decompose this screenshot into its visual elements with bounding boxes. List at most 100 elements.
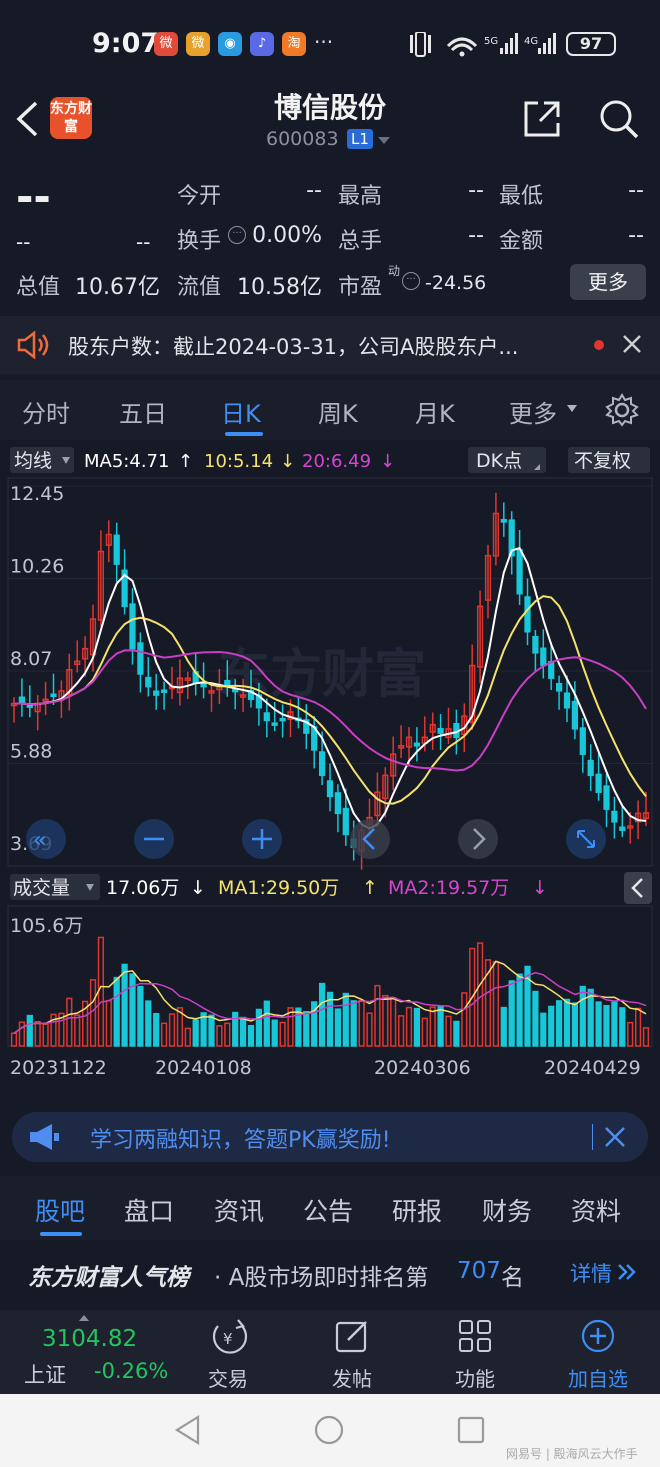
candle <box>232 688 239 693</box>
tab-research[interactable]: 研报 <box>392 1192 442 1228</box>
amount-value: -- <box>628 223 644 248</box>
tab-guba[interactable]: 股吧 <box>35 1192 85 1228</box>
index-value[interactable]: 3104.82 <box>42 1326 137 1352</box>
volume-label: 总手 <box>338 229 383 254</box>
close-icon[interactable] <box>622 334 642 354</box>
volume-bar <box>579 985 586 1047</box>
volume-bar <box>555 1000 563 1047</box>
gear-icon[interactable] <box>604 392 640 428</box>
volume-bar <box>247 1024 255 1047</box>
tab-pankou[interactable]: 盘口 <box>124 1192 174 1228</box>
volume-bar <box>611 1001 618 1047</box>
more-quote-button[interactable]: 更多 <box>570 264 646 300</box>
tab-profile[interactable]: 资料 <box>571 1192 621 1228</box>
candle <box>540 647 547 667</box>
volume-bar <box>453 1020 460 1047</box>
svg-text:↑: ↑ <box>178 451 193 472</box>
current-price: -- <box>16 172 51 221</box>
turnover-value: 0.00% <box>252 223 322 248</box>
level-badge[interactable]: L1 <box>347 129 373 149</box>
tab-minute[interactable]: 分时 <box>22 394 70 429</box>
double-chevron-right-icon <box>618 1264 636 1280</box>
collapse-panel-button[interactable] <box>624 872 652 904</box>
volume-bar <box>145 1000 152 1047</box>
candle <box>555 682 563 692</box>
tab-day-k[interactable]: 日K <box>221 394 261 429</box>
volume-bar <box>271 1019 278 1047</box>
candle <box>263 712 270 722</box>
y-axis-label: 12.45 <box>10 483 64 505</box>
trade-icon[interactable]: ¥ <box>210 1318 250 1356</box>
vol-ma2-value: MA2:19.57万 <box>388 877 509 899</box>
low-value: -- <box>628 178 644 203</box>
scroll-left-icon[interactable] <box>350 819 390 859</box>
pe-dynamic-mark: 动 <box>388 264 401 278</box>
low-label: 最低 <box>499 184 544 209</box>
home-circle-icon[interactable] <box>313 1414 345 1446</box>
volume-bar <box>413 1007 421 1047</box>
info-icon[interactable]: ··· <box>402 272 420 290</box>
scroll-right-icon[interactable] <box>458 819 498 859</box>
nav-trade[interactable]: 交易 <box>178 1363 278 1392</box>
tab-finance[interactable]: 财务 <box>482 1192 532 1228</box>
volume-bar <box>239 1016 247 1047</box>
info-icon[interactable]: ··· <box>228 226 246 244</box>
back-triangle-icon[interactable] <box>172 1414 204 1446</box>
banner-text: 学习两融知识，答题PK赢奖励! <box>90 1128 391 1153</box>
candle <box>326 780 334 798</box>
music-icon: ♪ <box>250 32 274 56</box>
vol-selector-label: 成交量 <box>13 877 70 899</box>
y-axis-label: 8.07 <box>10 648 52 670</box>
battery-icon: 97 <box>566 32 616 56</box>
candle <box>160 689 168 693</box>
volume-bar <box>437 1006 444 1047</box>
volume-value: -- <box>468 223 484 248</box>
kline-chart[interactable]: 均线 MA5:4.71 ↑ 10:5.14 ↓ 20:6.49 ↓ DK点 不复… <box>0 442 660 1102</box>
adjust-label: 不复权 <box>574 450 631 472</box>
close-icon[interactable] <box>604 1126 626 1148</box>
candle <box>437 727 444 734</box>
add-watchlist-icon[interactable] <box>580 1318 616 1354</box>
nav-function[interactable]: 功能 <box>425 1363 525 1392</box>
active-tab-indicator <box>225 432 263 436</box>
grid-apps-icon[interactable] <box>457 1318 493 1354</box>
ma5-value: MA5:4.71 <box>84 451 169 472</box>
pe-value: -24.56 <box>425 272 487 294</box>
tab-announcement[interactable]: 公告 <box>303 1192 353 1228</box>
price-change-pct: -- <box>136 230 151 254</box>
pe-label: 市盈 <box>338 275 383 300</box>
ma10-value: 10:5.14 <box>204 451 273 472</box>
unread-dot <box>594 340 604 350</box>
tab-month-k[interactable]: 月K <box>415 394 455 429</box>
rank-brand: 东方财富人气榜 <box>28 1265 189 1291</box>
rank-detail-link[interactable]: 详情 <box>570 1258 612 1288</box>
nav-add-watchlist[interactable]: 加自选 <box>548 1363 648 1392</box>
date-label: 20240429 <box>544 1057 641 1079</box>
index-change: -0.26% <box>94 1359 169 1383</box>
share-icon[interactable] <box>522 99 562 139</box>
candle <box>113 534 120 565</box>
volume-bar <box>532 990 539 1047</box>
tab-news[interactable]: 资讯 <box>214 1192 264 1228</box>
chevron-up-icon <box>79 1315 89 1321</box>
recents-square-icon[interactable] <box>455 1414 487 1446</box>
search-icon[interactable] <box>598 98 640 140</box>
candle <box>271 722 278 726</box>
volume-bar <box>113 976 120 1047</box>
nav-post[interactable]: 发帖 <box>302 1363 402 1392</box>
browser-icon: ◉ <box>218 32 242 56</box>
svg-text:«: « <box>33 828 46 853</box>
open-value: -- <box>306 178 322 203</box>
status-time: 9:07 <box>92 28 160 59</box>
post-icon[interactable] <box>334 1318 372 1356</box>
volume-bar <box>500 1006 507 1047</box>
volume-bar <box>303 1010 310 1047</box>
candle <box>279 717 286 722</box>
candle <box>413 742 421 747</box>
price-change: -- <box>16 230 31 254</box>
rank-text: · A股市场即时排名第 <box>214 1265 429 1291</box>
tab-week-k[interactable]: 周K <box>318 394 358 429</box>
tab-five-day[interactable]: 五日 <box>119 394 167 429</box>
tab-more[interactable]: 更多 <box>509 394 557 429</box>
mktcap-value: 10.67亿 <box>75 275 160 300</box>
